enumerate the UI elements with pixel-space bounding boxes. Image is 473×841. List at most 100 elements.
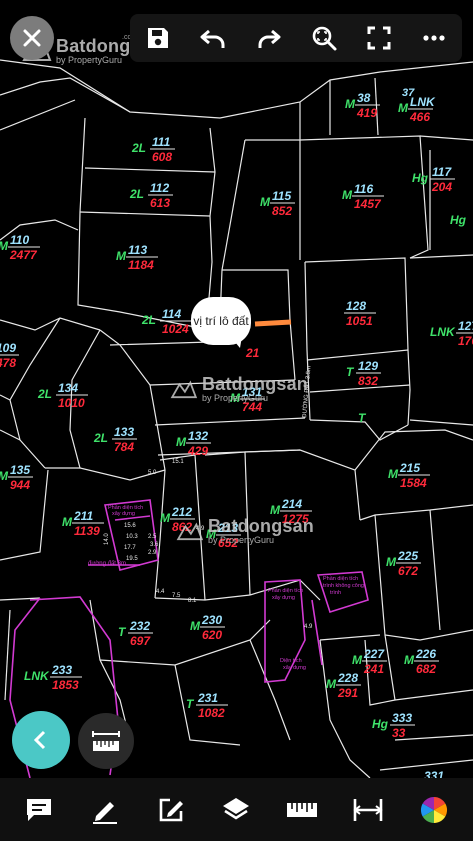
parcel-label-p228: M 228291 <box>326 671 361 700</box>
measure-width-button[interactable] <box>346 788 390 832</box>
top-toolbar <box>130 14 462 62</box>
dim: 5.0 <box>148 470 157 476</box>
parcel-number: 333 <box>392 711 412 725</box>
parcel-area: 682 <box>416 662 436 676</box>
parcel-land-type: Hg <box>450 213 467 227</box>
comment-button[interactable] <box>17 788 61 832</box>
parcel-number: 116 <box>354 182 373 196</box>
parcel-land-type: M <box>62 515 73 529</box>
note-4b: xây dựng <box>283 665 306 671</box>
pen-icon <box>92 801 117 824</box>
parcel-area: 832 <box>358 374 378 388</box>
ruler-icon <box>287 802 318 817</box>
parcel-number: 110 <box>10 233 29 247</box>
parcel-label-p233: LNK 2331853 <box>24 663 82 692</box>
parcel-area: 613 <box>150 196 170 210</box>
parcel-land-type: T <box>346 365 355 379</box>
parcel-number: 211 <box>73 509 93 523</box>
parcel-number: 215 <box>399 461 420 475</box>
redo-button[interactable] <box>248 18 288 58</box>
ruler-button[interactable] <box>280 788 324 832</box>
dim: 4.4 <box>156 589 165 595</box>
parcel-number: 129 <box>358 359 378 373</box>
parcel-label-p110: M1102477 <box>0 233 40 262</box>
parcel-label-p232: T 232697 <box>118 619 153 648</box>
parcel-number: 133 <box>114 425 134 439</box>
measure-width-icon <box>353 798 383 821</box>
parcel-label-p111: 2L 111608 <box>131 135 175 164</box>
fullscreen-button[interactable] <box>359 18 399 58</box>
parcel-number: 38 <box>357 91 371 105</box>
chevron-left-icon <box>33 730 46 750</box>
cadastral-map[interactable]: ĐƯỜNG ĐẤT 3.5m đường đất 3m Phần diện tí… <box>0 0 473 841</box>
parcel-land-type: M <box>388 467 399 481</box>
note-3b: xây dựng <box>272 595 295 601</box>
undo-icon <box>200 29 225 48</box>
dim: 4.9 <box>304 624 313 630</box>
note-2a: Phần diện tích <box>323 576 358 582</box>
map-viewer[interactable]: ĐƯỜNG ĐẤT 3.5m đường đất 3m Phần diện tí… <box>0 0 473 841</box>
watermark-mid: Batdongsan by PropertyGuru <box>170 374 308 403</box>
parcel-area: 429 <box>187 444 208 458</box>
parcel-label-p226: M 226682 <box>404 647 439 676</box>
parcel-label-p133: 2L 133784 <box>93 425 137 454</box>
layers-button[interactable] <box>214 788 258 832</box>
save-button[interactable] <box>138 18 178 58</box>
measure-icon <box>92 731 120 751</box>
dim: 3.6 <box>150 542 159 548</box>
close-icon <box>23 29 41 47</box>
back-button[interactable] <box>12 711 70 769</box>
parcel-area: 419 <box>356 106 377 120</box>
parcel-label-pHg: Hg <box>450 213 467 227</box>
parcel-land-type: M <box>342 188 353 202</box>
parcel-number: 109 <box>0 341 16 355</box>
more-icon <box>423 35 445 41</box>
parcel-label-p37: M LNK37466 <box>398 87 436 124</box>
note-2b: trình không công <box>323 583 364 589</box>
parcel-land-type: Hg <box>412 171 429 185</box>
zoom-fit-icon <box>312 26 337 51</box>
parcel-number: 228 <box>337 671 358 685</box>
bubble-tail <box>230 336 242 348</box>
parcel-number: 127 <box>458 319 473 333</box>
parcel-area: 1051 <box>346 314 373 328</box>
close-button[interactable] <box>10 16 54 60</box>
note-2c: trình <box>330 590 341 596</box>
parcel-land-type: M <box>0 469 9 483</box>
color-wheel-icon <box>420 796 448 823</box>
parcel-label-p_21: 21 <box>245 346 260 360</box>
undo-button[interactable] <box>193 18 233 58</box>
dim: 19.5 <box>126 556 138 562</box>
parcel-number: 230 <box>201 613 222 627</box>
parcel-area: 1457 <box>354 197 382 211</box>
edit-box-button[interactable] <box>149 788 193 832</box>
parcel-number: 117 <box>432 165 452 179</box>
parcel-land-type: 2L <box>129 187 144 201</box>
parcel-label-p230: M 230620 <box>190 613 225 642</box>
parcel-area: 672 <box>398 564 418 578</box>
dim: 15.6 <box>124 523 136 529</box>
redo-icon <box>258 29 281 48</box>
parcel-label-p114: 2L 1141024 <box>141 307 192 336</box>
watermark-brand: Batdongsan <box>208 516 315 536</box>
fullscreen-icon <box>367 26 391 50</box>
measure-button[interactable] <box>78 713 134 769</box>
more-button[interactable] <box>414 18 454 58</box>
color-picker-button[interactable] <box>412 788 456 832</box>
parcel-area: 21 <box>245 346 260 360</box>
parcel-label-p134: 2L 1341010 <box>37 381 88 410</box>
parcel-number: 115 <box>272 189 291 203</box>
parcel-area: 466 <box>409 110 430 124</box>
parcel-number: 227 <box>363 647 385 661</box>
parcel-number: 132 <box>188 429 208 443</box>
parcel-area: 944 <box>10 478 30 492</box>
zoom-fit-button[interactable] <box>304 18 344 58</box>
pen-button[interactable] <box>83 788 127 832</box>
parcel-area: 1139 <box>74 524 100 538</box>
parcel-number: 231 <box>197 691 218 705</box>
parcel-area: 608 <box>152 150 172 164</box>
note-3a: Phần diện tích <box>268 588 303 594</box>
parcel-area: 1010 <box>58 396 85 410</box>
parcel-land-type: T <box>118 625 127 639</box>
lot-marker <box>254 319 292 327</box>
